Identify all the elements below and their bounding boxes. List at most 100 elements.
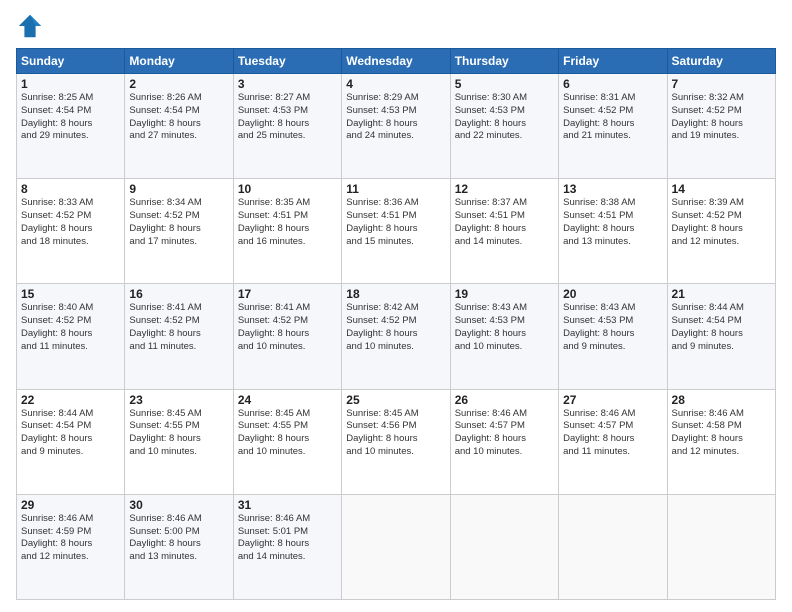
day-info: Sunrise: 8:45 AMSunset: 4:56 PMDaylight:… (346, 408, 445, 459)
calendar-week-4: 22Sunrise: 8:44 AMSunset: 4:54 PMDayligh… (17, 389, 776, 494)
calendar-cell: 24Sunrise: 8:45 AMSunset: 4:55 PMDayligh… (233, 389, 341, 494)
day-number: 26 (455, 393, 554, 407)
day-info: Sunrise: 8:37 AMSunset: 4:51 PMDaylight:… (455, 197, 554, 248)
day-info: Sunrise: 8:30 AMSunset: 4:53 PMDaylight:… (455, 92, 554, 143)
calendar-cell: 14Sunrise: 8:39 AMSunset: 4:52 PMDayligh… (667, 179, 775, 284)
day-number: 15 (21, 287, 120, 301)
day-number: 4 (346, 77, 445, 91)
calendar-cell: 6Sunrise: 8:31 AMSunset: 4:52 PMDaylight… (559, 74, 667, 179)
day-number: 28 (672, 393, 771, 407)
calendar-cell: 11Sunrise: 8:36 AMSunset: 4:51 PMDayligh… (342, 179, 450, 284)
calendar-cell: 28Sunrise: 8:46 AMSunset: 4:58 PMDayligh… (667, 389, 775, 494)
calendar-cell: 8Sunrise: 8:33 AMSunset: 4:52 PMDaylight… (17, 179, 125, 284)
calendar-cell: 12Sunrise: 8:37 AMSunset: 4:51 PMDayligh… (450, 179, 558, 284)
day-info: Sunrise: 8:26 AMSunset: 4:54 PMDaylight:… (129, 92, 228, 143)
calendar-cell: 16Sunrise: 8:41 AMSunset: 4:52 PMDayligh… (125, 284, 233, 389)
weekday-header-thursday: Thursday (450, 49, 558, 74)
day-number: 25 (346, 393, 445, 407)
day-number: 12 (455, 182, 554, 196)
page: SundayMondayTuesdayWednesdayThursdayFrid… (0, 0, 792, 612)
day-info: Sunrise: 8:45 AMSunset: 4:55 PMDaylight:… (238, 408, 337, 459)
day-info: Sunrise: 8:36 AMSunset: 4:51 PMDaylight:… (346, 197, 445, 248)
calendar-cell: 27Sunrise: 8:46 AMSunset: 4:57 PMDayligh… (559, 389, 667, 494)
calendar-cell: 30Sunrise: 8:46 AMSunset: 5:00 PMDayligh… (125, 494, 233, 599)
calendar-cell: 1Sunrise: 8:25 AMSunset: 4:54 PMDaylight… (17, 74, 125, 179)
weekday-header-wednesday: Wednesday (342, 49, 450, 74)
day-number: 17 (238, 287, 337, 301)
day-info: Sunrise: 8:46 AMSunset: 4:58 PMDaylight:… (672, 408, 771, 459)
weekday-header-saturday: Saturday (667, 49, 775, 74)
day-number: 29 (21, 498, 120, 512)
day-number: 18 (346, 287, 445, 301)
day-number: 16 (129, 287, 228, 301)
day-number: 2 (129, 77, 228, 91)
calendar-cell: 23Sunrise: 8:45 AMSunset: 4:55 PMDayligh… (125, 389, 233, 494)
calendar-cell (559, 494, 667, 599)
day-number: 22 (21, 393, 120, 407)
calendar-cell: 4Sunrise: 8:29 AMSunset: 4:53 PMDaylight… (342, 74, 450, 179)
calendar-cell: 13Sunrise: 8:38 AMSunset: 4:51 PMDayligh… (559, 179, 667, 284)
calendar-cell: 17Sunrise: 8:41 AMSunset: 4:52 PMDayligh… (233, 284, 341, 389)
day-info: Sunrise: 8:34 AMSunset: 4:52 PMDaylight:… (129, 197, 228, 248)
day-number: 19 (455, 287, 554, 301)
calendar-cell: 7Sunrise: 8:32 AMSunset: 4:52 PMDaylight… (667, 74, 775, 179)
day-info: Sunrise: 8:38 AMSunset: 4:51 PMDaylight:… (563, 197, 662, 248)
day-info: Sunrise: 8:46 AMSunset: 5:00 PMDaylight:… (129, 513, 228, 564)
day-info: Sunrise: 8:46 AMSunset: 5:01 PMDaylight:… (238, 513, 337, 564)
day-info: Sunrise: 8:29 AMSunset: 4:53 PMDaylight:… (346, 92, 445, 143)
calendar-cell: 29Sunrise: 8:46 AMSunset: 4:59 PMDayligh… (17, 494, 125, 599)
logo-icon (16, 12, 44, 40)
weekday-header-monday: Monday (125, 49, 233, 74)
weekday-header-row: SundayMondayTuesdayWednesdayThursdayFrid… (17, 49, 776, 74)
calendar-cell: 10Sunrise: 8:35 AMSunset: 4:51 PMDayligh… (233, 179, 341, 284)
day-info: Sunrise: 8:42 AMSunset: 4:52 PMDaylight:… (346, 302, 445, 353)
calendar-cell: 26Sunrise: 8:46 AMSunset: 4:57 PMDayligh… (450, 389, 558, 494)
weekday-header-tuesday: Tuesday (233, 49, 341, 74)
day-info: Sunrise: 8:44 AMSunset: 4:54 PMDaylight:… (21, 408, 120, 459)
day-info: Sunrise: 8:33 AMSunset: 4:52 PMDaylight:… (21, 197, 120, 248)
day-info: Sunrise: 8:41 AMSunset: 4:52 PMDaylight:… (238, 302, 337, 353)
calendar-week-5: 29Sunrise: 8:46 AMSunset: 4:59 PMDayligh… (17, 494, 776, 599)
day-info: Sunrise: 8:32 AMSunset: 4:52 PMDaylight:… (672, 92, 771, 143)
calendar-body: 1Sunrise: 8:25 AMSunset: 4:54 PMDaylight… (17, 74, 776, 600)
calendar-cell (450, 494, 558, 599)
day-number: 27 (563, 393, 662, 407)
day-info: Sunrise: 8:25 AMSunset: 4:54 PMDaylight:… (21, 92, 120, 143)
calendar-cell: 5Sunrise: 8:30 AMSunset: 4:53 PMDaylight… (450, 74, 558, 179)
day-number: 11 (346, 182, 445, 196)
day-number: 7 (672, 77, 771, 91)
calendar-cell (667, 494, 775, 599)
calendar-cell: 21Sunrise: 8:44 AMSunset: 4:54 PMDayligh… (667, 284, 775, 389)
day-number: 31 (238, 498, 337, 512)
day-info: Sunrise: 8:40 AMSunset: 4:52 PMDaylight:… (21, 302, 120, 353)
day-number: 8 (21, 182, 120, 196)
day-info: Sunrise: 8:46 AMSunset: 4:57 PMDaylight:… (455, 408, 554, 459)
calendar-cell: 9Sunrise: 8:34 AMSunset: 4:52 PMDaylight… (125, 179, 233, 284)
day-info: Sunrise: 8:44 AMSunset: 4:54 PMDaylight:… (672, 302, 771, 353)
day-info: Sunrise: 8:43 AMSunset: 4:53 PMDaylight:… (563, 302, 662, 353)
weekday-header-friday: Friday (559, 49, 667, 74)
calendar-cell: 22Sunrise: 8:44 AMSunset: 4:54 PMDayligh… (17, 389, 125, 494)
calendar-cell: 2Sunrise: 8:26 AMSunset: 4:54 PMDaylight… (125, 74, 233, 179)
day-number: 9 (129, 182, 228, 196)
calendar-week-2: 8Sunrise: 8:33 AMSunset: 4:52 PMDaylight… (17, 179, 776, 284)
day-number: 6 (563, 77, 662, 91)
day-info: Sunrise: 8:46 AMSunset: 4:57 PMDaylight:… (563, 408, 662, 459)
calendar-cell: 25Sunrise: 8:45 AMSunset: 4:56 PMDayligh… (342, 389, 450, 494)
calendar-cell: 19Sunrise: 8:43 AMSunset: 4:53 PMDayligh… (450, 284, 558, 389)
day-number: 20 (563, 287, 662, 301)
day-info: Sunrise: 8:43 AMSunset: 4:53 PMDaylight:… (455, 302, 554, 353)
day-info: Sunrise: 8:35 AMSunset: 4:51 PMDaylight:… (238, 197, 337, 248)
day-info: Sunrise: 8:27 AMSunset: 4:53 PMDaylight:… (238, 92, 337, 143)
calendar-cell (342, 494, 450, 599)
day-info: Sunrise: 8:41 AMSunset: 4:52 PMDaylight:… (129, 302, 228, 353)
calendar-cell: 20Sunrise: 8:43 AMSunset: 4:53 PMDayligh… (559, 284, 667, 389)
day-number: 24 (238, 393, 337, 407)
calendar-week-1: 1Sunrise: 8:25 AMSunset: 4:54 PMDaylight… (17, 74, 776, 179)
weekday-header-sunday: Sunday (17, 49, 125, 74)
day-number: 1 (21, 77, 120, 91)
day-number: 13 (563, 182, 662, 196)
header (16, 12, 776, 40)
calendar-table: SundayMondayTuesdayWednesdayThursdayFrid… (16, 48, 776, 600)
day-info: Sunrise: 8:31 AMSunset: 4:52 PMDaylight:… (563, 92, 662, 143)
